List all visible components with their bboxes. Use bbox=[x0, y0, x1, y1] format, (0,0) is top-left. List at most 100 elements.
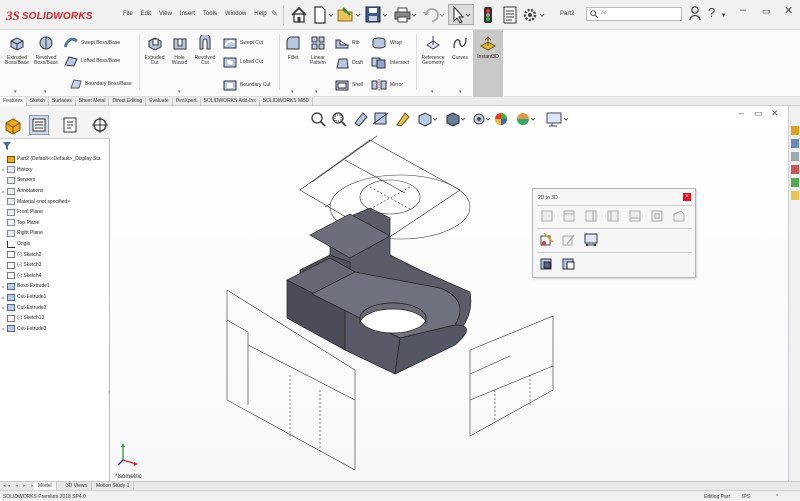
ribbon-dropdown-icon[interactable]: ▾ bbox=[178, 89, 181, 95]
help-icon[interactable]: ? bbox=[708, 5, 715, 20]
extruded-cut-button[interactable]: Extruded Cut bbox=[142, 35, 167, 67]
tree-item[interactable]: ▸ Cut-Extrude2 bbox=[0, 302, 110, 313]
menu-tools[interactable]: Tools bbox=[203, 11, 217, 17]
repair-sketch-icon[interactable] bbox=[559, 231, 578, 249]
auxiliary-sketch-icon[interactable] bbox=[669, 207, 688, 225]
ribbon-dropdown-icon[interactable]: ▾ bbox=[315, 89, 318, 95]
reference-geometry-button[interactable]: Reference Geometry bbox=[419, 35, 447, 67]
custom-properties-icon[interactable] bbox=[791, 191, 799, 200]
file-explorer-icon[interactable] bbox=[791, 152, 799, 161]
tab-direct-editing[interactable]: Direct Editing bbox=[109, 97, 147, 106]
bottom-sketch-icon[interactable] bbox=[625, 207, 644, 225]
dimxpert-manager-tab-icon[interactable] bbox=[90, 115, 110, 135]
tree-item[interactable]: Top Plane bbox=[0, 218, 110, 229]
extruded-boss-button[interactable]: Extruded Boss/Base bbox=[3, 35, 31, 67]
revolved-cut-button[interactable]: Revolved Cut bbox=[192, 33, 218, 67]
tree-item[interactable]: (-) Sketch2 bbox=[0, 249, 110, 260]
tree-item[interactable]: (-) Sketch13 bbox=[0, 313, 110, 324]
tab-solidworks-add-ins[interactable]: SOLIDWORKS Add-Ins bbox=[201, 97, 260, 106]
menu-file[interactable]: File bbox=[123, 11, 133, 17]
menu-view[interactable]: View bbox=[159, 11, 172, 17]
save-icon[interactable] bbox=[365, 4, 389, 25]
restore-button[interactable]: ▭ bbox=[762, 6, 771, 17]
filter-icon[interactable] bbox=[3, 142, 11, 152]
right-sketch-icon[interactable] bbox=[581, 207, 600, 225]
create-sketch-from-selection-icon[interactable] bbox=[537, 231, 556, 249]
expand-arrow-icon[interactable]: ▸ bbox=[0, 326, 7, 331]
property-manager-tab-icon[interactable] bbox=[29, 115, 49, 135]
hole-wizard-button[interactable]: Hole Wizard bbox=[167, 35, 192, 67]
tree-item[interactable]: (-) Sketch4 bbox=[0, 271, 110, 282]
tab-sheet-metal[interactable]: Sheet Metal bbox=[76, 97, 110, 106]
home-icon[interactable] bbox=[289, 4, 309, 25]
tree-item[interactable]: Right Plane bbox=[0, 228, 110, 239]
file-properties-icon[interactable] bbox=[502, 4, 518, 25]
menu-help[interactable]: Help bbox=[254, 11, 266, 17]
user-icon[interactable] bbox=[689, 5, 701, 24]
intersect-button[interactable]: Intersect bbox=[371, 57, 409, 69]
minimize-button[interactable]: – bbox=[740, 4, 746, 16]
new-document-icon[interactable] bbox=[312, 4, 334, 25]
tree-item[interactable]: ▸ Cut-Extrude1 bbox=[0, 292, 110, 303]
align-sketch-icon[interactable] bbox=[581, 231, 600, 249]
tree-item[interactable]: Origin bbox=[0, 239, 110, 250]
draft-button[interactable]: Draft bbox=[335, 57, 363, 69]
tree-item[interactable]: Sensors bbox=[0, 175, 110, 186]
curves-button[interactable]: Curves bbox=[449, 35, 471, 61]
pin-menu-icon[interactable]: ✎ bbox=[271, 9, 278, 18]
menu-window[interactable]: Window bbox=[225, 11, 246, 17]
ribbon-dropdown-icon[interactable]: ▾ bbox=[431, 89, 434, 95]
front-sketch-icon[interactable] bbox=[537, 207, 556, 225]
search-input[interactable]: 3d bbox=[586, 7, 682, 21]
back-sketch-icon[interactable] bbox=[647, 207, 666, 225]
unit-system[interactable]: IPS bbox=[742, 494, 750, 500]
swept-cut-button[interactable]: Swept Cut bbox=[223, 37, 263, 49]
left-sketch-icon[interactable] bbox=[603, 207, 622, 225]
rebuild-traffic-light-icon[interactable] bbox=[481, 4, 495, 25]
wrap-button[interactable]: Wrap bbox=[371, 37, 402, 49]
boundary-cut-button[interactable]: Boundary Cut bbox=[223, 79, 271, 91]
appearances-icon[interactable] bbox=[791, 178, 799, 187]
lofted-cut-button[interactable]: Lofted Cut bbox=[223, 56, 263, 68]
ribbon-dropdown-icon[interactable]: ▾ bbox=[459, 89, 462, 95]
tree-item[interactable]: Material <not specified> bbox=[0, 196, 110, 207]
linear-pattern-button[interactable]: Linear Pattern bbox=[305, 35, 331, 67]
mirror-button[interactable]: Mirror bbox=[371, 79, 403, 91]
expand-arrow-icon[interactable]: ▸ bbox=[0, 295, 7, 300]
expand-arrow-icon[interactable]: ▸ bbox=[0, 167, 7, 172]
tree-item[interactable]: Front Plane bbox=[0, 207, 110, 218]
tab-solidworks-mbd[interactable]: SOLIDWORKS MBD bbox=[260, 97, 314, 106]
view-palette-icon[interactable] bbox=[791, 165, 799, 174]
tree-item[interactable]: ▸ History bbox=[0, 165, 110, 176]
solidworks-logo[interactable]: 3S SOLIDWORKS bbox=[6, 8, 93, 24]
tab-features[interactable]: Features bbox=[0, 97, 27, 106]
fillet-button[interactable]: Fillet bbox=[282, 35, 304, 61]
tree-item[interactable]: (-) Sketch3 bbox=[0, 260, 110, 271]
cut-sketch-icon[interactable] bbox=[559, 255, 578, 273]
ribbon-dropdown-icon[interactable]: ▾ bbox=[44, 89, 47, 95]
status-expand-icon[interactable]: ⌃ bbox=[775, 494, 779, 500]
shell-button[interactable]: Shell bbox=[335, 79, 363, 91]
menu-edit[interactable]: Edit bbox=[141, 11, 151, 17]
expand-arrow-icon[interactable]: ▸ bbox=[0, 189, 7, 194]
options-gear-icon[interactable] bbox=[521, 4, 547, 25]
select-cursor-icon[interactable] bbox=[448, 4, 474, 25]
help-dropdown-icon[interactable]: ▾ bbox=[722, 11, 726, 19]
feature-manager-tab-icon[interactable] bbox=[3, 115, 23, 135]
configuration-manager-tab-icon[interactable] bbox=[60, 115, 80, 135]
top-sketch-icon[interactable] bbox=[559, 207, 578, 225]
tab-dimxpert[interactable]: DimXpert bbox=[173, 97, 201, 106]
graphics-area[interactable]: – ▭ ✕ *Isometric bbox=[111, 106, 788, 481]
tab-evaluate[interactable]: Evaluate bbox=[146, 97, 173, 106]
solidworks-resources-icon[interactable] bbox=[791, 126, 799, 135]
swept-boss-button[interactable]: Swept Boss/Base bbox=[64, 37, 120, 49]
tree-item[interactable]: ▸ Cut-Extrude3 bbox=[0, 324, 110, 335]
ribbon-dropdown-icon[interactable]: ▾ bbox=[291, 89, 294, 95]
expand-arrow-icon[interactable]: ▸ bbox=[0, 305, 7, 310]
instant3d-button[interactable]: Instant3D bbox=[473, 30, 503, 97]
expand-arrow-icon[interactable]: ▸ bbox=[0, 284, 7, 289]
design-library-icon[interactable] bbox=[791, 139, 799, 148]
menu-insert[interactable]: Insert bbox=[180, 11, 195, 17]
close-window-button[interactable]: ✕ bbox=[784, 4, 793, 17]
ribbon-dropdown-icon[interactable]: ▾ bbox=[14, 89, 17, 95]
